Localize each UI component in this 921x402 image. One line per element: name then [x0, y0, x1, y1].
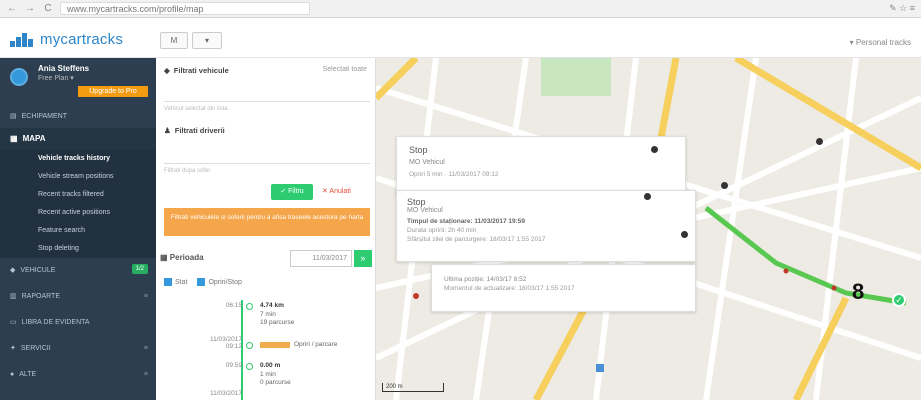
- sidebar-item-label: VEHICULE: [20, 267, 56, 274]
- wrench-icon: ✦: [10, 345, 16, 352]
- chevron-icon: ≡: [143, 371, 148, 378]
- map-marker[interactable]: [651, 146, 658, 153]
- driver-hint: Filtrati dupa sofer: [164, 168, 211, 174]
- timeline-dot: [246, 303, 253, 310]
- filter-button[interactable]: ✓ Filtru: [271, 184, 313, 200]
- sidebar-item-label: RAPOARTE: [21, 293, 61, 300]
- stop-bar: [260, 342, 290, 348]
- checkbox-stat[interactable]: Stat: [164, 278, 187, 286]
- filter-panel: ◆ Filtrati vehicule Selectati toate Vehic…: [156, 58, 376, 400]
- forward-icon[interactable]: →: [24, 3, 36, 15]
- position-popup[interactable]: Ultima poziție: 14/03/17 8:52 Momentul d…: [431, 264, 696, 312]
- sidebar-item-other[interactable]: ● ALTE ≡: [0, 362, 156, 388]
- back-icon[interactable]: ←: [6, 3, 18, 15]
- sidebar-sub-item[interactable]: Recent active positions: [0, 204, 156, 222]
- vehicle-hint: Vehicul selectat din lista: [164, 106, 228, 112]
- upgrade-badge[interactable]: Upgrade to Pro: [78, 86, 148, 97]
- map-marker[interactable]: [644, 193, 651, 200]
- sidebar-item-services[interactable]: ✦ SERVICII ≡: [0, 336, 156, 362]
- avatar[interactable]: [10, 68, 28, 86]
- stop-detail-popup[interactable]: Stop MO Vehicul Timpul de staționare: 11…: [396, 190, 696, 262]
- sidebar-sub-item[interactable]: Feature search: [0, 222, 156, 240]
- vehicle-number-marker[interactable]: 8: [852, 279, 864, 305]
- sidebar-item-equipment[interactable]: ▤ ECHIPAMENT: [0, 106, 156, 128]
- sidebar-item-vehicles[interactable]: ◆ VEHICULE 1/2: [0, 258, 156, 284]
- sidebar-item-logbook[interactable]: ▭ LIBRA DE EVIDENTA: [0, 310, 156, 336]
- map-scale: 200 m: [382, 383, 444, 392]
- sidebar-item-label: MAPA: [22, 134, 46, 143]
- user-icon: ♟: [164, 126, 171, 135]
- reset-button[interactable]: ✕ Anulati: [322, 184, 351, 200]
- grid-icon: ▤: [10, 113, 17, 120]
- car-icon: ◆: [164, 66, 170, 75]
- timeline-dot: [246, 363, 253, 370]
- filter-notice: Filtrati vehiculele si soferii pentru a …: [164, 208, 370, 236]
- date-go-button[interactable]: »: [354, 250, 372, 267]
- user-plan[interactable]: Free Plan ▾: [38, 74, 74, 82]
- timeline-item[interactable]: 11/03/2017 09:12 Opriri / parcare: [164, 336, 374, 356]
- browser-toolbar: ← → C www.mycartracks.com/profile/map ✎ …: [0, 0, 921, 18]
- logo-icon: [10, 32, 34, 47]
- checkbox-stops[interactable]: Opriri/Stop: [197, 278, 242, 286]
- extensions-icon[interactable]: ✎ ☆ ≡: [889, 3, 915, 14]
- dots-icon: ●: [10, 371, 15, 378]
- car-icon: ◆: [10, 267, 16, 274]
- account-menu[interactable]: ▾ Personal tracks: [850, 38, 911, 47]
- sidebar-item-map[interactable]: ▦ MAPA: [0, 128, 156, 150]
- display-options: Stat Opriri/Stop: [164, 278, 242, 286]
- logo-text: mycartracks: [40, 31, 124, 48]
- filter-drivers-label: ♟ Filtrati driverii: [164, 126, 225, 135]
- date-filter: ▦ Perioada 11/03/2017 »: [160, 250, 374, 268]
- select-all-link[interactable]: Selectati toate: [323, 66, 367, 73]
- sidebar-item-label: ECHIPAMENT: [21, 113, 67, 120]
- sidebar-sub-item[interactable]: Vehicle stream positions: [0, 168, 156, 186]
- map-view[interactable]: Stop MO Vehicul Opriri 5 min · 11/03/201…: [376, 58, 921, 400]
- stop-popup[interactable]: Stop MO Vehicul Opriri 5 min · 11/03/201…: [396, 136, 686, 196]
- logo[interactable]: mycartracks: [10, 31, 123, 48]
- sidebar-sub-item[interactable]: Vehicle tracks history: [0, 150, 156, 168]
- checkbox-icon: [164, 278, 172, 286]
- sidebar-item-label: LIBRA DE EVIDENTA: [21, 319, 90, 326]
- dropdown-button[interactable]: ▾: [192, 32, 222, 49]
- url-bar[interactable]: www.mycartracks.com/profile/map: [60, 2, 310, 15]
- map-marker[interactable]: [681, 231, 688, 238]
- chevron-icon: ≡: [143, 345, 148, 352]
- map-marker[interactable]: [816, 138, 823, 145]
- status-badge: 1/2: [131, 264, 148, 274]
- app-header: mycartracks M ▾ ▾ Personal tracks: [0, 18, 921, 58]
- sidebar-item-reports[interactable]: ▥ RAPOARTE ≡: [0, 284, 156, 310]
- driver-select[interactable]: [164, 142, 370, 164]
- date-input[interactable]: 11/03/2017: [290, 250, 352, 267]
- sidebar-item-label: ALTE: [19, 371, 37, 378]
- timeline-dot: [246, 342, 253, 349]
- user-name: Ania Steffens: [38, 64, 90, 73]
- vehicle-select[interactable]: [164, 82, 370, 102]
- filter-vehicles-label: ◆ Filtrati vehicule: [164, 66, 229, 75]
- checkbox-icon: [197, 278, 206, 286]
- timeline-item[interactable]: 09:59 0.00 m 1 min 0 parcurse 11/03/2017: [164, 362, 374, 402]
- sidebar-item-label: SERVICII: [20, 345, 51, 352]
- sidebar: Ania Steffens Free Plan ▾ Upgrade to Pro…: [0, 58, 156, 400]
- map-marker[interactable]: [721, 182, 728, 189]
- date-label: ▦ Perioada: [160, 253, 204, 262]
- current-position-pin[interactable]: ✓: [892, 293, 906, 307]
- chart-icon: ▥: [10, 293, 17, 300]
- user-block: Ania Steffens Free Plan ▾ Upgrade to Pro: [0, 58, 156, 106]
- sidebar-sub-item[interactable]: Stop deleting: [0, 240, 156, 258]
- book-icon: ▭: [10, 319, 17, 326]
- reload-icon[interactable]: C: [42, 3, 54, 15]
- chevron-icon: ≡: [143, 293, 148, 300]
- menu-toggle-button[interactable]: M: [160, 32, 188, 49]
- map-icon: ▦: [10, 134, 18, 143]
- sidebar-sub-item[interactable]: Recent tracks filtered: [0, 186, 156, 204]
